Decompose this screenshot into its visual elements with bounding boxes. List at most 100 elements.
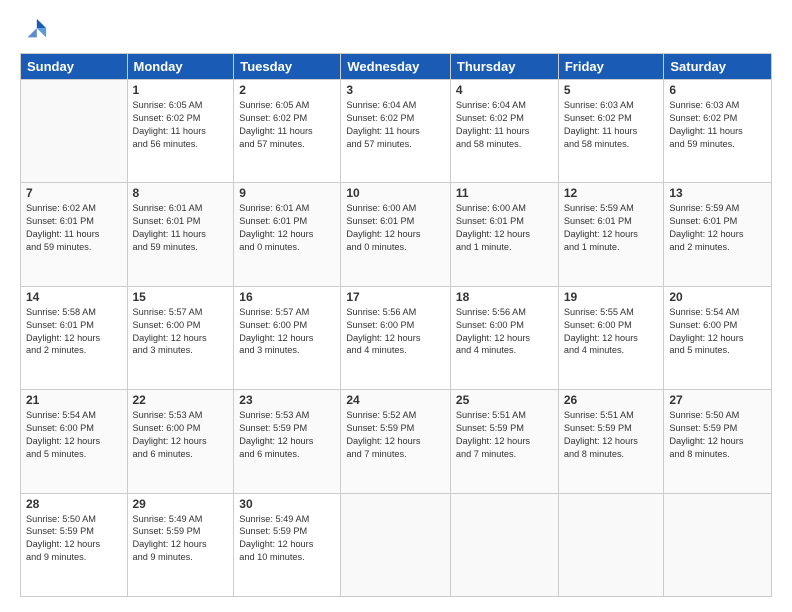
calendar-week-row: 14 Sunrise: 5:58 AM Sunset: 6:01 PM Dayli…: [21, 286, 772, 389]
calendar-cell: 2 Sunrise: 6:05 AM Sunset: 6:02 PM Daylig…: [234, 80, 341, 183]
day-header-tuesday: Tuesday: [234, 54, 341, 80]
calendar-cell: 13 Sunrise: 5:59 AM Sunset: 6:01 PM Dayli…: [664, 183, 772, 286]
calendar-cell: 27Sunrise: 5:50 AM Sunset: 5:59 PM Dayli…: [664, 390, 772, 493]
calendar-cell: 17 Sunrise: 5:56 AM Sunset: 6:00 PM Dayli…: [341, 286, 451, 389]
calendar-cell: 22 Sunrise: 5:53 AM Sunset: 6:00 PM Dayli…: [127, 390, 234, 493]
calendar-cell: 10 Sunrise: 6:00 AM Sunset: 6:01 PM Dayli…: [341, 183, 451, 286]
calendar-cell: 1Sunrise: 6:05 AM Sunset: 6:02 PM Daylig…: [127, 80, 234, 183]
calendar-cell: 3Sunrise: 6:04 AM Sunset: 6:02 PM Daylig…: [341, 80, 451, 183]
day-number: 15: [133, 290, 229, 304]
calendar-header-row: SundayMondayTuesdayWednesdayThursdayFrid…: [21, 54, 772, 80]
calendar-cell: 14 Sunrise: 5:58 AM Sunset: 6:01 PM Dayli…: [21, 286, 128, 389]
cell-info: Sunrise: 6:01 AM Sunset: 6:01 PM Dayligh…: [133, 202, 229, 254]
calendar-cell: [558, 493, 664, 596]
cell-info: Sunrise: 5:59 AM Sunset: 6:01 PM Dayligh…: [564, 202, 659, 254]
cell-info: Sunrise: 5:55 AM Sunset: 6:00 PM Dayligh…: [564, 306, 659, 358]
calendar-week-row: 1Sunrise: 6:05 AM Sunset: 6:02 PM Daylig…: [21, 80, 772, 183]
page: SundayMondayTuesdayWednesdayThursdayFrid…: [0, 0, 792, 612]
calendar-cell: 29 Sunrise: 5:49 AM Sunset: 5:59 PM Dayli…: [127, 493, 234, 596]
cell-info: Sunrise: 6:03 AM Sunset: 6:02 PM Dayligh…: [669, 99, 766, 151]
day-number: 2: [239, 83, 335, 97]
day-number: 23: [239, 393, 335, 407]
day-header-saturday: Saturday: [664, 54, 772, 80]
day-number: 9: [239, 186, 335, 200]
cell-info: Sunrise: 5:51 AM Sunset: 5:59 PM Dayligh…: [564, 409, 659, 461]
cell-info: Sunrise: 5:54 AM Sunset: 6:00 PM Dayligh…: [26, 409, 122, 461]
calendar-cell: 20Sunrise: 5:54 AM Sunset: 6:00 PM Dayli…: [664, 286, 772, 389]
cell-info: Sunrise: 5:59 AM Sunset: 6:01 PM Dayligh…: [669, 202, 766, 254]
day-number: 24: [346, 393, 445, 407]
day-header-friday: Friday: [558, 54, 664, 80]
cell-info: Sunrise: 5:53 AM Sunset: 6:00 PM Dayligh…: [133, 409, 229, 461]
calendar-cell: 18Sunrise: 5:56 AM Sunset: 6:00 PM Dayli…: [450, 286, 558, 389]
calendar-cell: 26 Sunrise: 5:51 AM Sunset: 5:59 PM Dayli…: [558, 390, 664, 493]
cell-info: Sunrise: 6:02 AM Sunset: 6:01 PM Dayligh…: [26, 202, 122, 254]
logo: [20, 15, 50, 43]
day-number: 12: [564, 186, 659, 200]
calendar-week-row: 28 Sunrise: 5:50 AM Sunset: 5:59 PM Dayli…: [21, 493, 772, 596]
cell-info: Sunrise: 5:52 AM Sunset: 5:59 PM Dayligh…: [346, 409, 445, 461]
cell-info: Sunrise: 6:05 AM Sunset: 6:02 PM Dayligh…: [133, 99, 229, 151]
day-number: 6: [669, 83, 766, 97]
cell-info: Sunrise: 5:53 AM Sunset: 5:59 PM Dayligh…: [239, 409, 335, 461]
cell-info: Sunrise: 5:50 AM Sunset: 5:59 PM Dayligh…: [26, 513, 122, 565]
cell-info: Sunrise: 5:51 AM Sunset: 5:59 PM Dayligh…: [456, 409, 553, 461]
cell-info: Sunrise: 5:50 AM Sunset: 5:59 PM Dayligh…: [669, 409, 766, 461]
calendar-cell: 25Sunrise: 5:51 AM Sunset: 5:59 PM Dayli…: [450, 390, 558, 493]
cell-info: Sunrise: 5:54 AM Sunset: 6:00 PM Dayligh…: [669, 306, 766, 358]
header: [20, 15, 772, 43]
calendar-week-row: 21 Sunrise: 5:54 AM Sunset: 6:00 PM Dayli…: [21, 390, 772, 493]
calendar-cell: 8 Sunrise: 6:01 AM Sunset: 6:01 PM Daylig…: [127, 183, 234, 286]
calendar-cell: 7 Sunrise: 6:02 AM Sunset: 6:01 PM Daylig…: [21, 183, 128, 286]
calendar-cell: [21, 80, 128, 183]
cell-info: Sunrise: 6:03 AM Sunset: 6:02 PM Dayligh…: [564, 99, 659, 151]
calendar-cell: 6 Sunrise: 6:03 AM Sunset: 6:02 PM Daylig…: [664, 80, 772, 183]
day-number: 3: [346, 83, 445, 97]
day-number: 7: [26, 186, 122, 200]
calendar-cell: 11 Sunrise: 6:00 AM Sunset: 6:01 PM Dayli…: [450, 183, 558, 286]
calendar-cell: 5Sunrise: 6:03 AM Sunset: 6:02 PM Daylig…: [558, 80, 664, 183]
day-number: 11: [456, 186, 553, 200]
cell-info: Sunrise: 5:57 AM Sunset: 6:00 PM Dayligh…: [239, 306, 335, 358]
calendar-cell: [341, 493, 451, 596]
calendar-cell: 9 Sunrise: 6:01 AM Sunset: 6:01 PM Daylig…: [234, 183, 341, 286]
day-header-sunday: Sunday: [21, 54, 128, 80]
calendar-cell: 15 Sunrise: 5:57 AM Sunset: 6:00 PM Dayli…: [127, 286, 234, 389]
calendar-cell: [450, 493, 558, 596]
cell-info: Sunrise: 6:05 AM Sunset: 6:02 PM Dayligh…: [239, 99, 335, 151]
day-header-thursday: Thursday: [450, 54, 558, 80]
day-number: 22: [133, 393, 229, 407]
calendar-cell: 21 Sunrise: 5:54 AM Sunset: 6:00 PM Dayli…: [21, 390, 128, 493]
day-number: 26: [564, 393, 659, 407]
cell-info: Sunrise: 6:01 AM Sunset: 6:01 PM Dayligh…: [239, 202, 335, 254]
day-header-wednesday: Wednesday: [341, 54, 451, 80]
calendar-cell: 23 Sunrise: 5:53 AM Sunset: 5:59 PM Dayli…: [234, 390, 341, 493]
cell-info: Sunrise: 5:56 AM Sunset: 6:00 PM Dayligh…: [346, 306, 445, 358]
day-number: 13: [669, 186, 766, 200]
calendar-week-row: 7 Sunrise: 6:02 AM Sunset: 6:01 PM Daylig…: [21, 183, 772, 286]
cell-info: Sunrise: 6:00 AM Sunset: 6:01 PM Dayligh…: [346, 202, 445, 254]
day-number: 8: [133, 186, 229, 200]
calendar-cell: [664, 493, 772, 596]
calendar-cell: 4Sunrise: 6:04 AM Sunset: 6:02 PM Daylig…: [450, 80, 558, 183]
cell-info: Sunrise: 6:00 AM Sunset: 6:01 PM Dayligh…: [456, 202, 553, 254]
calendar-cell: 12 Sunrise: 5:59 AM Sunset: 6:01 PM Dayli…: [558, 183, 664, 286]
cell-info: Sunrise: 5:49 AM Sunset: 5:59 PM Dayligh…: [239, 513, 335, 565]
day-number: 16: [239, 290, 335, 304]
day-number: 28: [26, 497, 122, 511]
day-header-monday: Monday: [127, 54, 234, 80]
cell-info: Sunrise: 5:49 AM Sunset: 5:59 PM Dayligh…: [133, 513, 229, 565]
day-number: 19: [564, 290, 659, 304]
day-number: 21: [26, 393, 122, 407]
cell-info: Sunrise: 5:57 AM Sunset: 6:00 PM Dayligh…: [133, 306, 229, 358]
calendar-cell: 30Sunrise: 5:49 AM Sunset: 5:59 PM Dayli…: [234, 493, 341, 596]
day-number: 4: [456, 83, 553, 97]
cell-info: Sunrise: 5:58 AM Sunset: 6:01 PM Dayligh…: [26, 306, 122, 358]
day-number: 14: [26, 290, 122, 304]
calendar-cell: 19 Sunrise: 5:55 AM Sunset: 6:00 PM Dayli…: [558, 286, 664, 389]
day-number: 29: [133, 497, 229, 511]
day-number: 17: [346, 290, 445, 304]
calendar-cell: 24 Sunrise: 5:52 AM Sunset: 5:59 PM Dayli…: [341, 390, 451, 493]
day-number: 10: [346, 186, 445, 200]
calendar-table: SundayMondayTuesdayWednesdayThursdayFrid…: [20, 53, 772, 597]
